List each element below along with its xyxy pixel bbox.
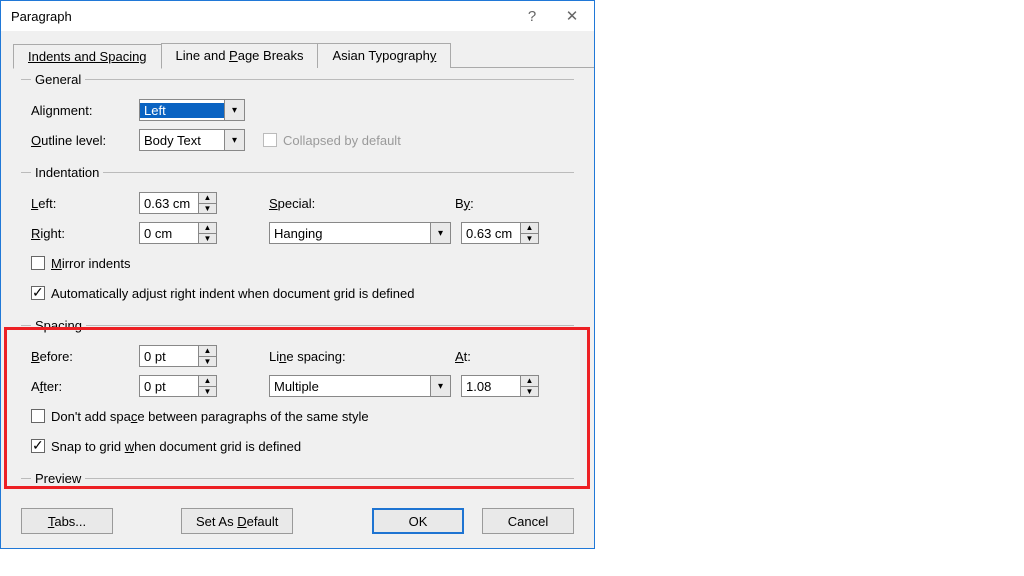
spinner-up-icon[interactable]: ▲	[199, 223, 216, 234]
spinner-up-icon[interactable]: ▲	[199, 346, 216, 357]
tab-strip: Indents and Spacing Line and Page Breaks…	[13, 43, 594, 68]
line-spacing-combobox[interactable]: Multiple ▾	[269, 375, 451, 397]
spinner-down-icon[interactable]: ▼	[199, 234, 216, 244]
label-after: After:	[31, 379, 139, 394]
spinner-up-icon[interactable]: ▲	[521, 376, 538, 387]
alignment-combobox[interactable]: Left ▾	[139, 99, 245, 121]
label-alignment: Alignment:	[31, 103, 139, 118]
spinner-up-icon[interactable]: ▲	[521, 223, 538, 234]
mirror-indents-checkbox[interactable]	[31, 256, 45, 270]
group-general: General Alignment: Left ▾ Outline level:…	[21, 72, 574, 161]
group-preview: Preview	[21, 471, 574, 494]
chevron-down-icon: ▾	[224, 100, 244, 120]
chevron-down-icon: ▾	[430, 376, 450, 396]
ok-button[interactable]: OK	[372, 508, 464, 534]
label-before: Before:	[31, 349, 139, 364]
legend-spacing: Spacing	[31, 318, 86, 333]
at-spinner[interactable]: 1.08 ▲▼	[461, 375, 539, 397]
spinner-down-icon[interactable]: ▼	[199, 204, 216, 214]
label-snap-to-grid: Snap to grid when document grid is defin…	[51, 439, 301, 454]
dont-add-space-checkbox[interactable]	[31, 409, 45, 423]
label-by: By:	[455, 196, 474, 211]
label-line-spacing: Line spacing:	[269, 349, 455, 364]
help-button[interactable]: ?	[512, 8, 552, 25]
spinner-up-icon[interactable]: ▲	[199, 193, 216, 204]
tab-indents-spacing[interactable]: Indents and Spacing	[13, 44, 162, 69]
indent-left-spinner[interactable]: 0.63 cm ▲▼	[139, 192, 217, 214]
chevron-down-icon: ▾	[224, 130, 244, 150]
label-auto-adjust: Automatically adjust right indent when d…	[51, 286, 415, 301]
special-combobox[interactable]: Hanging ▾	[269, 222, 451, 244]
outline-level-combobox[interactable]: Body Text ▾	[139, 129, 245, 151]
spinner-down-icon[interactable]: ▼	[521, 234, 538, 244]
snap-to-grid-checkbox[interactable]	[31, 439, 45, 453]
label-dont-add-space: Don't add space between paragraphs of th…	[51, 409, 369, 424]
before-spinner[interactable]: 0 pt ▲▼	[139, 345, 217, 367]
spinner-up-icon[interactable]: ▲	[199, 376, 216, 387]
label-outline-level: Outline level:	[31, 133, 139, 148]
paragraph-dialog: Paragraph ? ✕ Indents and Spacing Line a…	[0, 0, 595, 549]
set-as-default-button[interactable]: Set As Default	[181, 508, 293, 534]
label-special: Special:	[269, 196, 455, 211]
spinner-down-icon[interactable]: ▼	[521, 387, 538, 397]
legend-indentation: Indentation	[31, 165, 103, 180]
legend-preview: Preview	[31, 471, 85, 486]
label-at: At:	[455, 349, 471, 364]
collapsed-checkbox	[263, 133, 277, 147]
tab-line-page-breaks[interactable]: Line and Page Breaks	[161, 43, 319, 68]
label-collapsed: Collapsed by default	[283, 133, 401, 148]
button-bar: Tabs... Set As Default OK Cancel	[1, 498, 594, 548]
tabs-button[interactable]: Tabs...	[21, 508, 113, 534]
auto-adjust-checkbox[interactable]	[31, 286, 45, 300]
dialog-title: Paragraph	[11, 9, 512, 24]
legend-general: General	[31, 72, 85, 87]
titlebar: Paragraph ? ✕	[1, 1, 594, 31]
label-mirror-indents: Mirror indents	[51, 256, 130, 271]
tab-asian-typography[interactable]: Asian Typography	[317, 43, 451, 68]
chevron-down-icon: ▾	[430, 223, 450, 243]
cancel-button[interactable]: Cancel	[482, 508, 574, 534]
by-spinner[interactable]: 0.63 cm ▲▼	[461, 222, 539, 244]
label-indent-left: Left:	[31, 196, 139, 211]
group-indentation: Indentation Left: 0.63 cm ▲▼ Special: By…	[21, 165, 574, 314]
close-button[interactable]: ✕	[552, 7, 592, 25]
group-spacing: Spacing Before: 0 pt ▲▼ Line spacing: At…	[21, 318, 574, 467]
spinner-down-icon[interactable]: ▼	[199, 357, 216, 367]
indent-right-spinner[interactable]: 0 cm ▲▼	[139, 222, 217, 244]
spinner-down-icon[interactable]: ▼	[199, 387, 216, 397]
after-spinner[interactable]: 0 pt ▲▼	[139, 375, 217, 397]
label-indent-right: Right:	[31, 226, 139, 241]
